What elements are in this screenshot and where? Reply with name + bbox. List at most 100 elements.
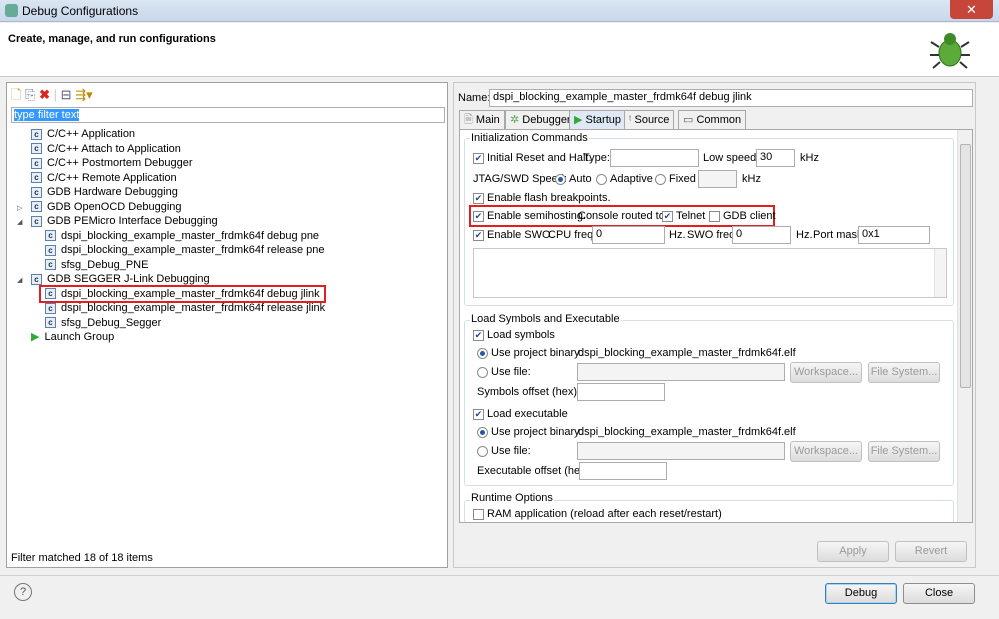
cpu-freq-input[interactable]: 0 [592, 226, 665, 244]
tree-item[interactable]: c C/C++ Application [17, 127, 135, 141]
port-mask-input[interactable]: 0x1 [858, 226, 930, 244]
reset-label: Initial Reset and Halt. [487, 152, 592, 164]
khz-label: kHz [800, 152, 819, 164]
tree-item[interactable]: c C/C++ Postmortem Debugger [17, 156, 193, 170]
duplicate-icon[interactable]: ⎘ [25, 87, 35, 102]
tree-item[interactable]: c C/C++ Attach to Application [17, 142, 181, 156]
speed-fixed-radio[interactable]: Fixed [655, 170, 696, 188]
textarea-scrollbar[interactable] [934, 249, 946, 297]
exec-offset-input[interactable] [579, 462, 667, 480]
hz-label: Hz. [669, 229, 686, 241]
scrollbar-thumb[interactable] [960, 144, 971, 388]
vertical-scrollbar[interactable] [957, 130, 972, 522]
c-config-icon: c [31, 128, 42, 140]
expand-toggle-icon[interactable]: ◢ [17, 216, 31, 230]
symbols-use-file-radio[interactable]: Use file: [477, 363, 531, 381]
window-title: Debug Configurations [22, 4, 139, 18]
semihosting-checkbox[interactable]: ✔ [473, 210, 484, 222]
close-button[interactable]: Close [903, 583, 975, 604]
delete-icon[interactable]: ✖ [39, 87, 50, 102]
swo-freq-input[interactable]: 0 [732, 226, 791, 244]
expand-toggle-icon[interactable]: ◢ [17, 274, 31, 288]
bug-icon [930, 33, 970, 69]
jtag-label: JTAG/SWD Speed: [473, 173, 567, 185]
load-symbols-label: Load symbols [487, 329, 555, 341]
tree-item[interactable]: c dspi_blocking_example_master_frdmk64f d… [39, 284, 326, 303]
tree-item-label: dspi_blocking_example_master_frdmk64f re… [61, 244, 325, 256]
reset-checkbox[interactable]: ✔ [473, 152, 484, 164]
symbols-file-input[interactable] [577, 363, 785, 381]
tab-source[interactable]: ᵗ Source [624, 110, 675, 129]
tree-item[interactable]: c C/C++ Remote Application [17, 171, 177, 185]
gdb-client-checkbox[interactable] [709, 210, 720, 222]
tab-startup[interactable]: ▶ Startup [569, 110, 626, 129]
tree-item[interactable]: c sfsg_Debug_PNE [45, 258, 148, 272]
title-bar: Debug Configurations ✕ [0, 0, 999, 22]
new-config-icon[interactable]: 🗋 [11, 87, 21, 102]
load-title: Load Symbols and Executable [470, 313, 621, 325]
tree-item-label: C/C++ Postmortem Debugger [47, 157, 193, 169]
init-commands-textarea[interactable] [473, 248, 947, 298]
filter-icon[interactable]: ⇶▾ [75, 87, 92, 102]
tree-item[interactable]: c sfsg_Debug_Segger [45, 316, 161, 330]
tree-item[interactable]: c dspi_blocking_example_master_frdmk64f d… [45, 229, 319, 243]
low-speed-input[interactable]: 30 [756, 149, 795, 167]
tree-item[interactable]: c dspi_blocking_example_master_frdmk64f r… [45, 301, 325, 315]
name-input[interactable]: dspi_blocking_example_master_frdmk64f de… [489, 89, 973, 107]
cpu-freq-label: CPU freq: [548, 229, 597, 241]
swo-checkbox[interactable]: ✔ [473, 229, 484, 241]
symbols-use-project-radio[interactable]: Use project binary: [477, 344, 583, 362]
help-icon[interactable]: ? [14, 583, 32, 601]
tab-main[interactable]: 🗎 Main [459, 110, 505, 129]
tree-item[interactable]: ▶ Launch Group [17, 330, 114, 344]
header-title: Create, manage, and run configurations [8, 33, 216, 45]
tabs: 🗎 Main ✲ Debugger ▶ Startup ᵗ Source ▭ C… [459, 110, 973, 130]
symbols-offset-input[interactable] [577, 383, 665, 401]
fixed-speed-input[interactable] [698, 170, 737, 188]
configuration-editor: Name: dspi_blocking_example_master_frdmk… [453, 82, 976, 568]
tree-item-label: GDB PEMicro Interface Debugging [47, 215, 218, 227]
telnet-checkbox[interactable]: ✔ [662, 210, 673, 222]
tab-common[interactable]: ▭ Common [678, 110, 747, 129]
tree-item[interactable]: c dspi_blocking_example_master_frdmk64f r… [45, 243, 325, 257]
apply-button[interactable]: Apply [817, 541, 889, 562]
load-executable-checkbox[interactable]: ✔ [473, 408, 484, 420]
close-window-button[interactable]: ✕ [950, 0, 993, 19]
tree-item-label: sfsg_Debug_Segger [61, 316, 162, 329]
speed-adaptive-radio[interactable]: Adaptive [596, 170, 653, 188]
exec-workspace-button[interactable]: Workspace... [790, 441, 862, 462]
c-config-icon: c [45, 317, 56, 329]
c-config-icon: c [31, 186, 42, 198]
flash-bp-checkbox[interactable]: ✔ [473, 192, 484, 204]
symbols-filesystem-button[interactable]: File System... [868, 362, 940, 383]
exec-file-input[interactable] [577, 442, 785, 460]
launch-group-icon: ▶ [31, 331, 40, 343]
hz-label-2: Hz. [796, 229, 813, 241]
tree-item-label: GDB Hardware Debugging [47, 186, 178, 198]
tree-toolbar: 🗋 ⎘ ✖ | ⊟ ⇶▾ [11, 87, 93, 102]
symbols-workspace-button[interactable]: Workspace... [790, 362, 862, 383]
filter-status: Filter matched 18 of 18 items [11, 552, 153, 564]
collapse-all-icon[interactable]: ⊟ [61, 87, 72, 102]
exec-use-file-radio[interactable]: Use file: [477, 442, 531, 460]
c-config-icon: c [45, 230, 56, 242]
exec-use-project-radio[interactable]: Use project binary: [477, 423, 583, 441]
tree-item[interactable]: c GDB Hardware Debugging [17, 185, 178, 199]
type-input[interactable] [610, 149, 699, 167]
filter-input[interactable]: type filter text [11, 107, 445, 123]
tree-item-label: Launch Group [44, 331, 115, 343]
revert-button[interactable]: Revert [895, 541, 967, 562]
app-icon [5, 4, 18, 17]
speed-auto-radio[interactable]: Auto [555, 170, 592, 188]
debug-button[interactable]: Debug [825, 583, 897, 604]
runtime-title: Runtime Options [470, 492, 554, 504]
c-config-icon: c [31, 172, 42, 184]
exec-filesystem-button[interactable]: File System... [868, 441, 940, 462]
load-symbols-checkbox[interactable]: ✔ [473, 329, 484, 341]
ram-app-checkbox[interactable] [473, 508, 484, 520]
c-config-icon: c [45, 302, 56, 314]
tree-item-label: C/C++ Application [47, 128, 136, 140]
dialog-header: Create, manage, and run configurations [0, 23, 999, 77]
tab-debugger[interactable]: ✲ Debugger [505, 110, 576, 129]
swo-label: Enable SWO. [487, 229, 554, 241]
